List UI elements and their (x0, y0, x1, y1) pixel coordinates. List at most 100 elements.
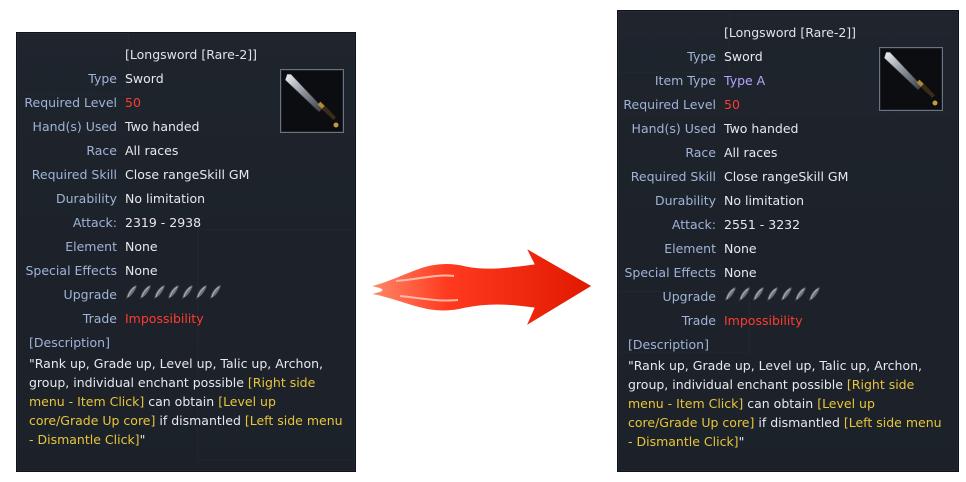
stat-value: 50 (125, 95, 141, 110)
stat-label: Element (65, 239, 117, 254)
upgrade-slot-icon (808, 286, 821, 309)
stat-label: Special Effects (25, 263, 118, 278)
stat-row: Attack: 2319 - 2938 (17, 212, 347, 234)
stat-row: Race All races (17, 140, 347, 162)
stat-value: No limitation (125, 191, 206, 206)
stat-label: Attack: (72, 215, 117, 230)
stat-row: Item Type Type A (618, 70, 948, 92)
stat-row: Upgrade (17, 284, 347, 306)
description-segment: " (139, 432, 146, 447)
stat-label: Type (687, 49, 716, 64)
stat-row: Hand(s) Used Two handed (17, 116, 347, 138)
upgrade-slots (125, 284, 222, 306)
stat-value: 2319 - 2938 (125, 215, 202, 230)
upgrade-slot-icon (153, 284, 166, 307)
stat-row: Element None (618, 238, 948, 260)
item-tooltip-before: [Longsword [Rare-2]] Type Sword Required L… (16, 32, 356, 472)
stat-label: Required Level (623, 97, 716, 112)
item-title: [Longsword [Rare-2]] (724, 25, 857, 40)
stat-value: Two handed (125, 119, 200, 134)
stat-row: Special Effects None (17, 260, 347, 282)
stat-row: Type Sword (618, 46, 948, 68)
stat-value: Type A (724, 73, 766, 88)
stat-value: All races (125, 143, 179, 158)
upgrade-slot-icon (139, 284, 152, 307)
stat-row: Trade Impossibility (618, 310, 948, 332)
description-header: [Description] (628, 337, 709, 352)
stat-value: None (724, 241, 757, 256)
upgrade-slot-icon (167, 284, 180, 307)
upgrade-slot-icon (125, 284, 138, 307)
stat-row: Race All races (618, 142, 948, 164)
upgrade-slot-icon (738, 286, 751, 309)
stat-label: Upgrade (63, 287, 117, 302)
description-text: "Rank up, Grade up, Level up, Talic up, … (29, 354, 347, 449)
upgrade-slot-icon (780, 286, 793, 309)
description-segment: if dismantled (155, 413, 245, 428)
stat-value: No limitation (724, 193, 805, 208)
stat-value: Close rangeSkill GM (724, 169, 849, 184)
stat-row: Required Skill Close rangeSkill GM (17, 164, 347, 186)
upgrade-slot-icon (766, 286, 779, 309)
stat-row: Upgrade (618, 286, 948, 308)
stat-value: Sword (125, 71, 164, 86)
stat-value: 2551 - 3232 (724, 217, 801, 232)
stat-row: Special Effects None (618, 262, 948, 284)
upgrade-slot-icon (794, 286, 807, 309)
stat-label: Element (664, 241, 716, 256)
item-title: [Longsword [Rare-2]] (125, 47, 258, 62)
stat-label: Race (685, 145, 716, 160)
stat-label: Trade (681, 313, 716, 328)
tooltip-body: [Longsword [Rare-2]] Type Sword Required L… (17, 33, 355, 471)
stat-row: Attack: 2551 - 3232 (618, 214, 948, 236)
description-text: "Rank up, Grade up, Level up, Talic up, … (628, 356, 948, 451)
stat-label: Hand(s) Used (631, 121, 716, 136)
stat-value: Sword (724, 49, 763, 64)
stat-value: Impossibility (125, 311, 204, 326)
stat-row: Required Skill Close rangeSkill GM (618, 166, 948, 188)
stat-label: Durability (56, 191, 117, 206)
stat-row: Required Level 50 (618, 94, 948, 116)
stat-label: Item Type (654, 73, 716, 88)
stat-value: None (724, 265, 757, 280)
stat-row: Trade Impossibility (17, 308, 347, 330)
stat-label: Race (86, 143, 117, 158)
stat-label: Required Level (24, 95, 117, 110)
stat-row: Durability No limitation (17, 188, 347, 210)
stat-value: None (125, 263, 158, 278)
description-segment: if dismantled (754, 415, 844, 430)
stat-row: Required Level 50 (17, 92, 347, 114)
stat-label: Attack: (671, 217, 716, 232)
item-tooltip-after: [Longsword [Rare-2]] Type Sword Item Type T… (617, 10, 959, 472)
upgrade-slot-icon (209, 284, 222, 307)
upgrade-slot-icon (752, 286, 765, 309)
stat-label: Durability (655, 193, 716, 208)
description-segment: can obtain (743, 396, 818, 411)
stat-value: 50 (724, 97, 740, 112)
stat-value: Impossibility (724, 313, 803, 328)
upgrade-slot-icon (724, 286, 737, 309)
stat-row: Type Sword (17, 68, 347, 90)
stat-label: Special Effects (624, 265, 717, 280)
stat-row: Hand(s) Used Two handed (618, 118, 948, 140)
description-segment: " (738, 434, 745, 449)
stat-value: All races (724, 145, 778, 160)
stat-label: Required Skill (630, 169, 716, 184)
upgrade-slots (724, 286, 821, 308)
tooltip-body: [Longsword [Rare-2]] Type Sword Item Type T… (618, 11, 958, 471)
stat-label: Required Skill (31, 167, 117, 182)
stat-row: Element None (17, 236, 347, 258)
stat-row: Durability No limitation (618, 190, 948, 212)
stat-label: Upgrade (662, 289, 716, 304)
description-header: [Description] (29, 335, 110, 350)
stat-label: Trade (82, 311, 117, 326)
right-arrow-icon (369, 246, 593, 328)
upgrade-slot-icon (195, 284, 208, 307)
stat-label: Hand(s) Used (32, 119, 117, 134)
description-segment: can obtain (144, 394, 219, 409)
stat-value: Close rangeSkill GM (125, 167, 250, 182)
upgrade-slot-icon (181, 284, 194, 307)
stat-value: Two handed (724, 121, 799, 136)
stat-label: Type (88, 71, 117, 86)
stat-value: None (125, 239, 158, 254)
